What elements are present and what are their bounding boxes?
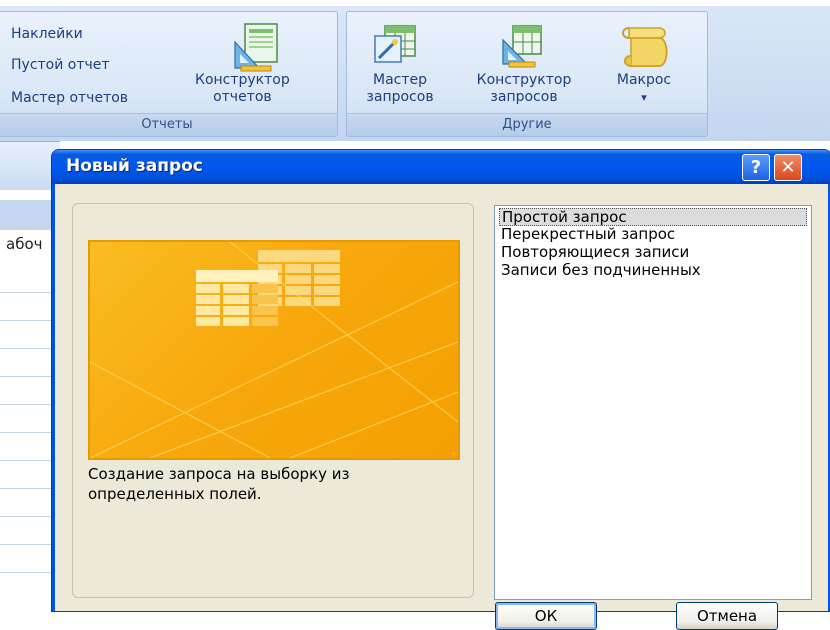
new-query-dialog: Новый запрос ? ✕ Создание запроса на выб… bbox=[51, 149, 830, 630]
query-option-unmatched[interactable]: Записи без подчиненных bbox=[499, 261, 703, 279]
reports-group: Наклейки Пустой отчет Мастер отчетов Кон… bbox=[0, 11, 338, 137]
macro-label: Макрос bbox=[616, 72, 672, 88]
query-designer-label-1: Конструктор bbox=[476, 72, 572, 88]
dialog-body: Создание запроса на выборку из определен… bbox=[52, 184, 830, 630]
report-wizard-button[interactable]: Мастер отчетов bbox=[11, 90, 128, 106]
ribbon: Наклейки Пустой отчет Мастер отчетов Кон… bbox=[0, 0, 830, 141]
query-wizard-label-1: Мастер bbox=[372, 72, 427, 88]
blank-report-button[interactable]: Пустой отчет bbox=[11, 57, 110, 73]
other-group-label: Другие bbox=[347, 113, 707, 136]
query-wizard-label-2: запросов bbox=[366, 89, 434, 105]
close-button[interactable]: ✕ bbox=[774, 154, 802, 181]
query-designer-icon bbox=[502, 25, 542, 68]
query-type-listbox[interactable]: Простой запрос Перекрестный запрос Повто… bbox=[494, 205, 812, 600]
report-designer-label-2: отчетов bbox=[213, 89, 272, 105]
reports-group-label: Отчеты bbox=[0, 113, 337, 136]
query-grid-illustration bbox=[90, 242, 458, 458]
labels-button[interactable]: Наклейки bbox=[11, 26, 83, 42]
query-option-simple[interactable]: Простой запрос bbox=[499, 208, 807, 226]
query-description: Создание запроса на выборку из определен… bbox=[88, 465, 350, 503]
query-preview-image bbox=[88, 240, 460, 460]
report-designer-label-1: Конструктор bbox=[195, 72, 290, 88]
query-designer-label-2: запросов bbox=[490, 89, 558, 105]
dialog-titlebar[interactable]: Новый запрос ? ✕ bbox=[52, 150, 830, 184]
help-icon: ? bbox=[750, 157, 762, 178]
help-button[interactable]: ? bbox=[742, 154, 770, 181]
ribbon-top-edge bbox=[0, 0, 830, 6]
query-wizard-icon bbox=[374, 25, 416, 63]
background-cell-text: абоч bbox=[6, 235, 43, 253]
report-designer-icon bbox=[234, 23, 278, 72]
cancel-button[interactable]: Отмена bbox=[676, 602, 778, 630]
ok-button[interactable]: ОК bbox=[495, 602, 597, 630]
query-option-duplicates[interactable]: Повторяющиеся записи bbox=[499, 243, 691, 261]
macro-dropdown-arrow-icon: ▾ bbox=[641, 91, 647, 104]
macro-scroll-icon bbox=[622, 27, 668, 67]
close-icon: ✕ bbox=[780, 157, 796, 178]
other-group: Мастер запросов Конструктор запросов Мак… bbox=[346, 11, 708, 137]
query-option-crosstab[interactable]: Перекрестный запрос bbox=[499, 225, 677, 243]
dialog-title: Новый запрос bbox=[66, 156, 203, 176]
